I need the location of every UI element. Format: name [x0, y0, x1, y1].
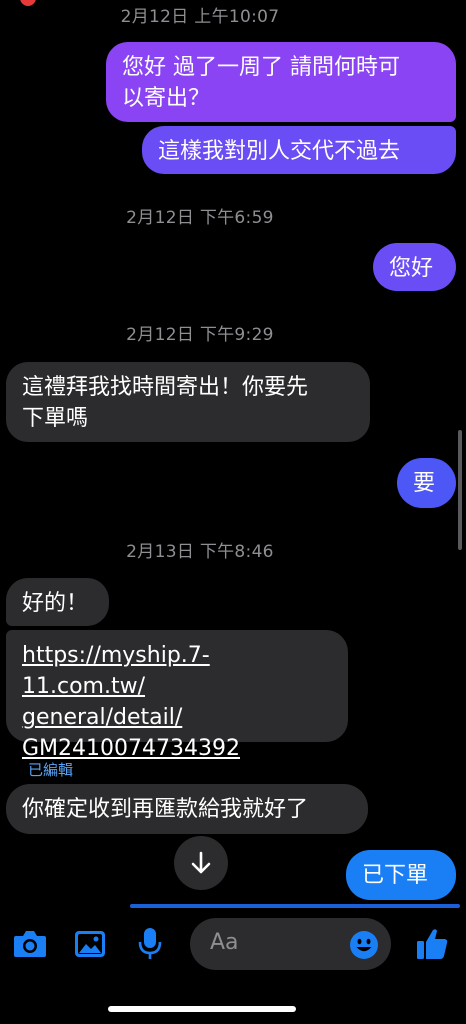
message-input[interactable]: Aa: [190, 918, 391, 970]
timestamp: 2月13日 下午8:46: [126, 542, 274, 562]
outgoing-message[interactable]: 已下單: [346, 850, 456, 900]
microphone-icon[interactable]: [130, 924, 170, 964]
composer-divider: [130, 904, 460, 908]
emoji-icon[interactable]: [348, 929, 380, 961]
timestamp: 2月12日 下午9:29: [126, 325, 274, 345]
thumbs-up-icon[interactable]: [410, 922, 454, 966]
message-placeholder: Aa: [210, 930, 239, 955]
incoming-message[interactable]: 這禮拜我找時間寄出！你要先 下單嗎: [6, 362, 370, 442]
home-indicator[interactable]: [108, 1006, 296, 1012]
timestamp: 2月12日 上午10:07: [120, 7, 280, 27]
outgoing-message[interactable]: 這樣我對別人交代不過去: [142, 126, 456, 174]
scroll-to-bottom-button[interactable]: [174, 836, 228, 890]
edited-label: 已編輯: [28, 761, 74, 779]
timestamp: 2月12日 下午6:59: [126, 208, 274, 228]
incoming-message[interactable]: 好的！: [6, 578, 109, 626]
image-icon[interactable]: [70, 924, 110, 964]
incoming-link-message[interactable]: https://myship.7-11.com.tw/ general/deta…: [6, 630, 348, 761]
outgoing-message[interactable]: 您好: [373, 243, 456, 291]
incoming-message[interactable]: 你確定收到再匯款給我就好了: [6, 784, 368, 834]
scrollbar[interactable]: [458, 430, 462, 550]
outgoing-message[interactable]: 您好 過了一周了 請問何時可 以寄出？: [106, 42, 456, 122]
outgoing-message[interactable]: 要: [397, 458, 456, 508]
arrow-down-icon: [191, 851, 211, 874]
camera-icon[interactable]: [10, 924, 50, 964]
